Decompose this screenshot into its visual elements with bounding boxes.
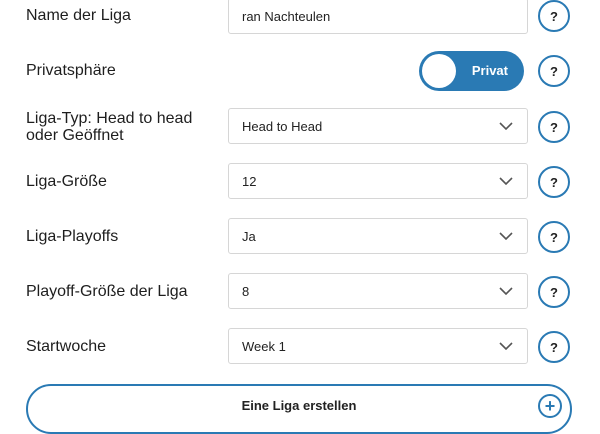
start-week-label: Startwoche: [26, 338, 107, 355]
league-size-value: 12: [242, 173, 257, 189]
chevron-down-icon: [491, 218, 521, 254]
help-button-league-name[interactable]: ?: [538, 0, 570, 32]
league-playoffs-label: Liga-Playoffs: [26, 228, 119, 245]
toggle-knob: [422, 54, 456, 88]
help-button-playoff-size[interactable]: ?: [538, 276, 570, 308]
privacy-toggle-label: Privat: [471, 63, 508, 78]
league-type-value: Head to Head: [242, 118, 323, 134]
league-name-label: Name der Liga: [26, 7, 131, 24]
league-type-select[interactable]: Head to Head: [228, 108, 528, 144]
league-size-select[interactable]: 12: [228, 163, 528, 199]
help-button-start-week[interactable]: ?: [538, 331, 570, 363]
help-button-league-playoffs[interactable]: ?: [538, 221, 570, 253]
league-name-input[interactable]: ran Nachteulen: [228, 0, 528, 34]
league-playoffs-value: Ja: [242, 228, 256, 244]
chevron-down-icon: [491, 273, 521, 309]
help-button-privacy[interactable]: ?: [538, 55, 570, 87]
chevron-down-icon: [491, 108, 521, 144]
chevron-down-icon: [491, 328, 521, 364]
create-league-label: Eine Liga erstellen: [241, 398, 357, 413]
playoff-size-value: 8: [242, 283, 250, 299]
plus-circle-icon: +: [538, 394, 562, 418]
start-week-select[interactable]: Week 1: [228, 328, 528, 364]
help-button-league-size[interactable]: ?: [538, 166, 570, 198]
league-type-label: Liga-Typ: Head to head oder Geöffnet: [26, 110, 193, 144]
chevron-down-icon: [491, 163, 521, 199]
start-week-value: Week 1: [242, 338, 286, 354]
privacy-toggle[interactable]: Privat: [419, 51, 524, 91]
playoff-size-select[interactable]: 8: [228, 273, 528, 309]
league-playoffs-select[interactable]: Ja: [228, 218, 528, 254]
league-name-value: ran Nachteulen: [242, 8, 331, 24]
league-size-label: Liga-Größe: [26, 173, 107, 190]
create-league-button[interactable]: Eine Liga erstellen +: [26, 384, 572, 434]
playoff-size-label: Playoff-Größe der Liga: [26, 283, 188, 300]
privacy-label: Privatsphäre: [26, 62, 116, 79]
help-button-league-type[interactable]: ?: [538, 111, 570, 143]
